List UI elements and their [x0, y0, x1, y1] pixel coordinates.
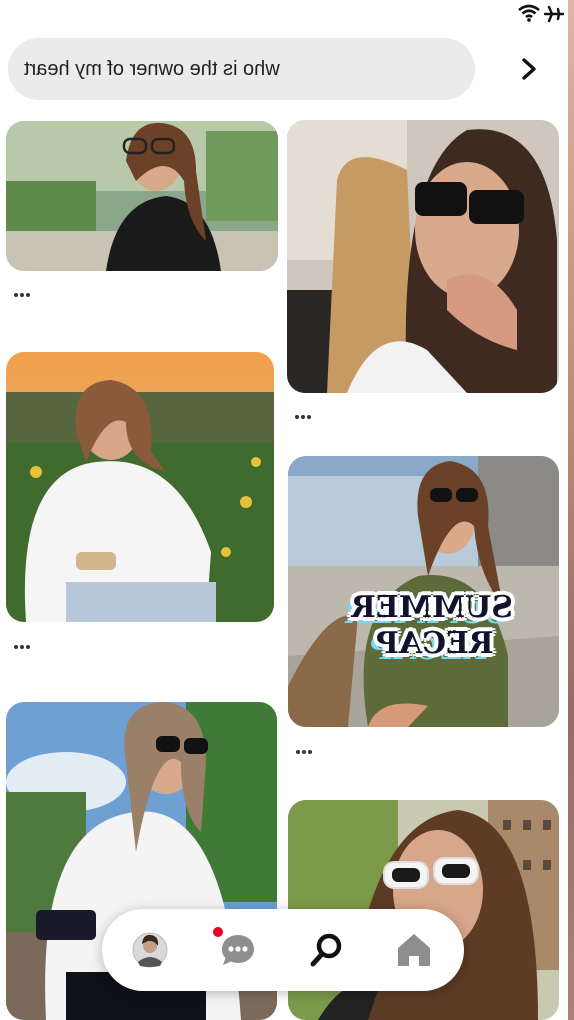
pin-1-more-icon[interactable]	[14, 284, 32, 297]
pin-4-more-icon[interactable]	[296, 741, 314, 754]
chevron-right-icon[interactable]	[514, 54, 544, 84]
nav-profile[interactable]	[126, 926, 174, 974]
summer-recap-overlay: SUMMER RECAP	[350, 590, 513, 662]
search-query-text: who is the owner of my heart	[24, 58, 280, 80]
overlay-line-1: SUMMER	[350, 590, 513, 625]
window-edge	[568, 0, 574, 1020]
overlay-line-2: RECAP	[376, 626, 494, 661]
airplane-icon	[544, 5, 564, 23]
pin-image-1[interactable]	[6, 121, 278, 271]
nav-search[interactable]	[302, 926, 350, 974]
pin-2-more-icon[interactable]	[295, 406, 313, 419]
avatar	[132, 932, 168, 968]
wifi-icon	[518, 4, 540, 22]
pin-image-3[interactable]	[6, 352, 274, 622]
bottom-nav-bar	[102, 909, 464, 991]
status-bar	[0, 0, 574, 30]
search-icon	[310, 933, 342, 967]
pin-3-more-icon[interactable]	[14, 636, 32, 649]
search-input[interactable]: who is the owner of my heart	[8, 38, 475, 100]
nav-home[interactable]	[390, 926, 438, 974]
home-icon	[398, 934, 430, 966]
pin-image-2[interactable]	[287, 120, 559, 393]
messages-notification-dot	[213, 927, 223, 937]
